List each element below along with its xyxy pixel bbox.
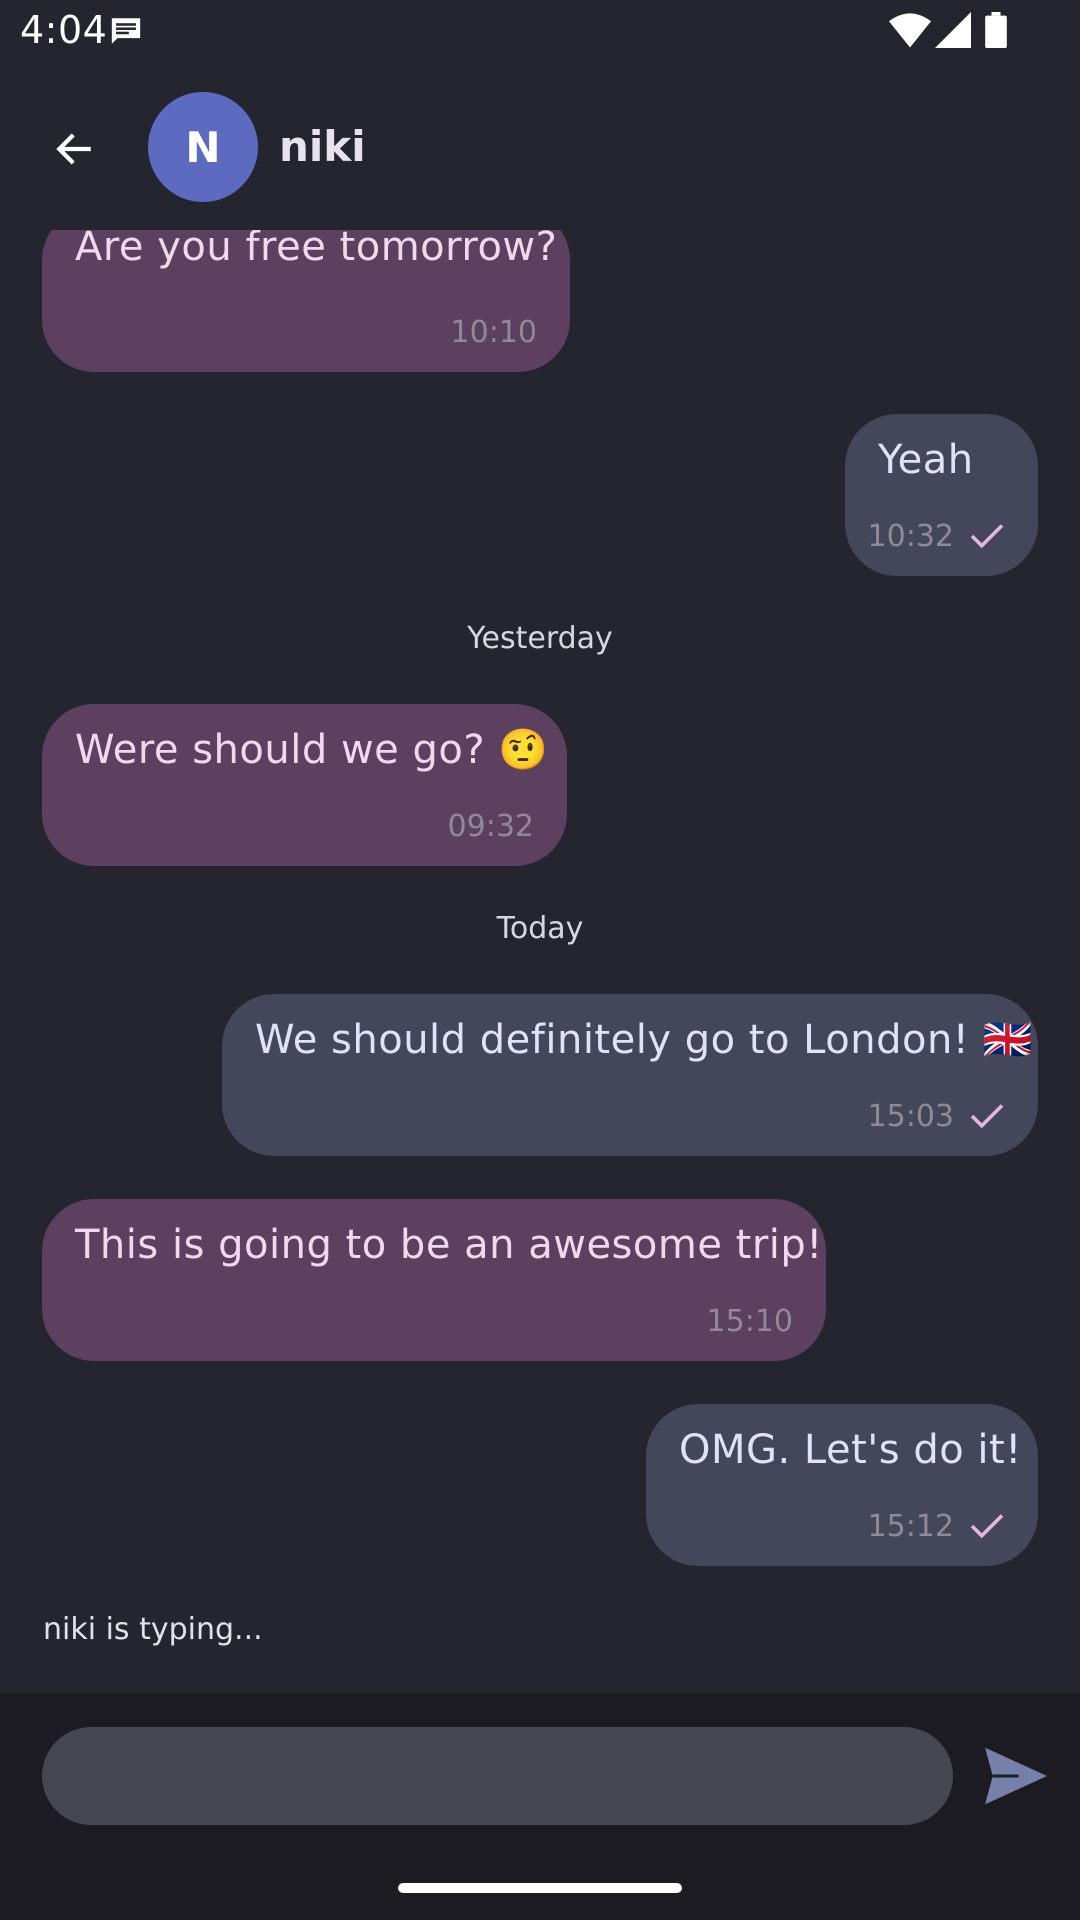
battery-icon [985, 12, 1007, 48]
contact-name[interactable]: niki [279, 122, 366, 172]
date-separator: Today [496, 911, 584, 946]
send-icon[interactable] [985, 1747, 1047, 1805]
message-text: Yeah [878, 437, 974, 483]
message-notification-icon [111, 18, 141, 44]
home-indicator[interactable] [398, 1883, 682, 1893]
message-bubble-incoming[interactable]: This is going to be an awesome trip! 15:… [42, 1199, 826, 1361]
message-time: 15:12 [867, 1509, 954, 1544]
message-bubble-incoming[interactable]: Were should we go? 🤨 09:32 [42, 704, 567, 866]
message-bubble-outgoing[interactable]: We should definitely go to London! 🇬🇧 15… [222, 994, 1038, 1156]
message-time: 10:10 [450, 315, 537, 350]
status-time: 4:04 [20, 8, 108, 52]
composer-bar [0, 1693, 1080, 1920]
message-time: 09:32 [447, 809, 534, 844]
message-time: 10:32 [867, 519, 954, 554]
message-list[interactable]: Are you free tomorrow? 10:10 Yeah 10:32 … [0, 230, 1080, 1693]
avatar[interactable]: N [148, 92, 258, 202]
message-input[interactable] [42, 1727, 953, 1825]
status-bar: 4:04 [0, 0, 1080, 62]
date-separator: Yesterday [467, 621, 613, 656]
message-text: Were should we go? 🤨 [75, 727, 549, 773]
message-bubble-incoming[interactable]: Are you free tomorrow? 10:10 [42, 230, 570, 372]
message-text: We should definitely go to London! 🇬🇧 [255, 1017, 1033, 1063]
message-bubble-outgoing[interactable]: OMG. Let's do it! 15:12 [646, 1404, 1038, 1566]
signal-icon [935, 12, 971, 48]
message-text: OMG. Let's do it! [679, 1427, 1022, 1473]
check-icon [970, 1104, 1004, 1129]
message-bubble-outgoing[interactable]: Yeah 10:32 [845, 414, 1038, 576]
check-icon [970, 1514, 1004, 1539]
check-icon [970, 524, 1004, 549]
typing-indicator: niki is typing... [43, 1612, 263, 1647]
message-text: This is going to be an awesome trip! [75, 1222, 823, 1268]
message-text: Are you free tomorrow? [75, 230, 558, 270]
message-time: 15:03 [867, 1099, 954, 1134]
message-time: 15:10 [706, 1304, 793, 1339]
wifi-icon [889, 13, 931, 48]
back-button[interactable] [42, 116, 108, 182]
arrow-back-icon [56, 133, 91, 165]
